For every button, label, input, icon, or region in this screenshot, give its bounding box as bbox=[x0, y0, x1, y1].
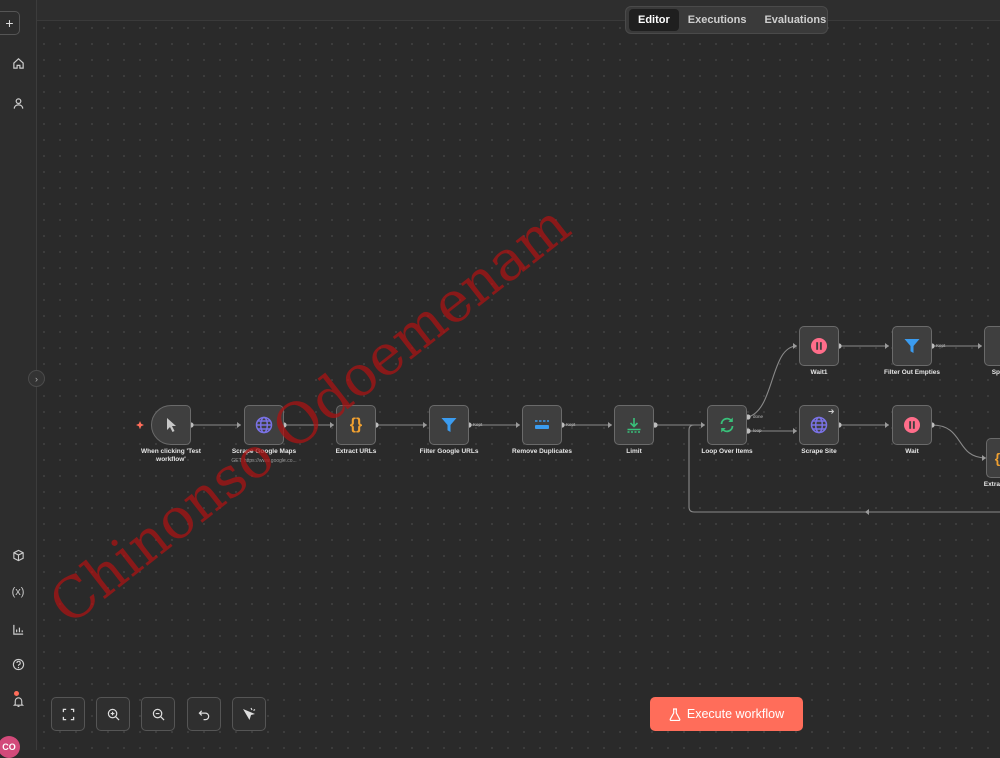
node-label-split: Sp bbox=[991, 369, 1000, 376]
fit-view-button[interactable] bbox=[51, 697, 85, 731]
edge-label-loop: loop bbox=[753, 428, 762, 433]
broom-icon bbox=[243, 707, 256, 720]
zoom-out-button[interactable] bbox=[141, 697, 175, 731]
node-label-wait: Wait bbox=[905, 448, 919, 455]
zoom-out-icon bbox=[152, 708, 164, 720]
node-filter-google-urls[interactable] bbox=[429, 405, 469, 445]
fit-view-icon bbox=[62, 708, 74, 720]
edge-label-kept: Kept bbox=[936, 343, 946, 348]
limit-icon bbox=[627, 418, 641, 433]
flask-icon bbox=[669, 707, 681, 721]
node-loop-over-items[interactable] bbox=[707, 405, 747, 445]
zoom-in-button[interactable] bbox=[96, 697, 130, 731]
node-split[interactable] bbox=[984, 326, 1000, 366]
node-extract-urls[interactable]: {} bbox=[336, 405, 376, 445]
pause-icon bbox=[904, 417, 920, 433]
node-wait[interactable] bbox=[892, 405, 932, 445]
globe-icon bbox=[255, 416, 273, 434]
loop-sync-icon bbox=[720, 417, 734, 433]
filter-icon bbox=[904, 339, 920, 353]
node-extract-2[interactable]: { bbox=[986, 438, 1000, 478]
node-scrape-site[interactable] bbox=[799, 405, 839, 445]
node-scrape-google-maps[interactable] bbox=[244, 405, 284, 445]
pause-icon bbox=[811, 338, 827, 354]
execute-workflow-button[interactable]: Execute workflow bbox=[650, 697, 803, 731]
node-filter-out-empties[interactable] bbox=[892, 326, 932, 366]
node-wait1[interactable] bbox=[799, 326, 839, 366]
code-braces-icon: { bbox=[994, 450, 1000, 466]
code-braces-icon: {} bbox=[349, 416, 363, 433]
edge-label-kept: Kept bbox=[473, 422, 483, 427]
node-limit[interactable] bbox=[614, 405, 654, 445]
reset-zoom-button[interactable] bbox=[187, 697, 221, 731]
tidy-up-button[interactable] bbox=[232, 697, 266, 731]
execute-workflow-label: Execute workflow bbox=[686, 707, 785, 721]
cursor-icon bbox=[167, 418, 176, 432]
remove-duplicates-icon bbox=[535, 420, 549, 429]
zoom-in-icon bbox=[107, 708, 119, 720]
node-sublabel-scrape-google-maps: GET: https://www.google.co... bbox=[231, 458, 297, 464]
node-manual-trigger[interactable] bbox=[151, 405, 191, 445]
node-label-extract-2: Extra bbox=[983, 481, 1000, 488]
node-remove-duplicates[interactable] bbox=[522, 405, 562, 445]
external-arrow-icon bbox=[828, 409, 835, 414]
edge-label-done: done bbox=[753, 414, 764, 419]
edge-label-kept: Kept bbox=[566, 422, 576, 427]
undo-icon bbox=[198, 709, 209, 720]
globe-icon bbox=[810, 416, 828, 434]
filter-icon bbox=[441, 418, 457, 432]
